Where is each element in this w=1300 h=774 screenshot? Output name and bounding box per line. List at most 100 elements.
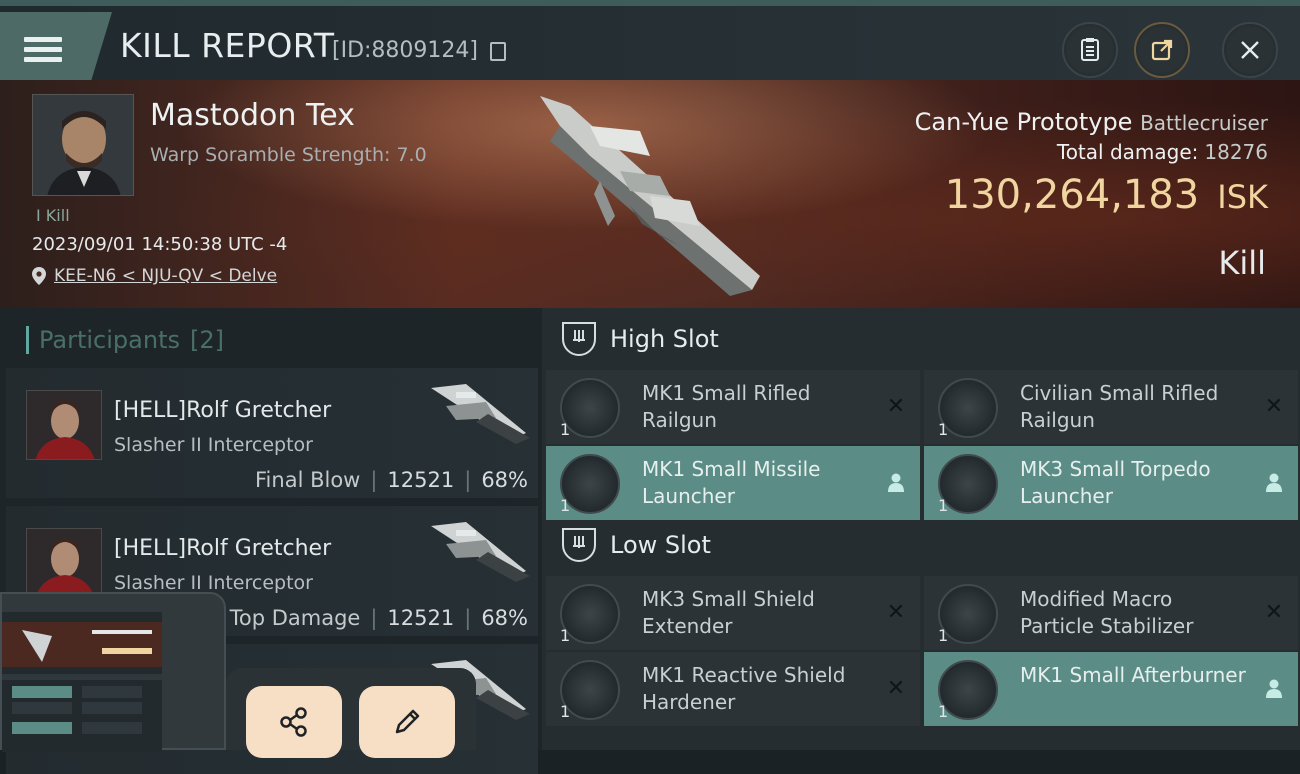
participants-count: [2] <box>189 326 224 354</box>
module-name: MK3 Small Torpedo Launcher <box>1020 457 1211 508</box>
person-icon[interactable] <box>884 470 908 494</box>
module-slot[interactable]: 1 Civilian Small Rifled Railgun ✕ <box>924 370 1298 444</box>
module-slot[interactable]: 1 Modified Macro Particle Stabilizer ✕ <box>924 576 1298 650</box>
module-slot[interactable]: 1 MK1 Small Missile Launcher <box>546 446 920 520</box>
participant-percent: 68% <box>481 468 528 492</box>
menu-button[interactable] <box>0 12 112 86</box>
stat-separator: | <box>370 468 378 492</box>
export-icon <box>1151 39 1173 61</box>
participant-stats: Final Blow | 12521 | 68% <box>255 468 528 492</box>
kill-result: Kill <box>1218 244 1266 282</box>
high-slot-icon <box>562 322 596 356</box>
module-qty: 1 <box>560 702 571 721</box>
module-qty: 1 <box>938 420 949 439</box>
share-icon <box>280 707 307 737</box>
participant-role: Final Blow <box>255 468 361 492</box>
share-button[interactable] <box>246 686 342 758</box>
participant-name: [HELL]Rolf Gretcher <box>114 536 332 561</box>
avatar-image <box>27 529 101 597</box>
page-title: KILL REPORT <box>120 26 335 65</box>
participant-percent: 68% <box>481 606 528 630</box>
stat-separator: | <box>464 606 472 630</box>
pencil-icon <box>395 709 420 734</box>
victim-subtitle: Warp Soramble Strength: 7.0 <box>150 144 427 166</box>
edit-button[interactable] <box>359 686 455 758</box>
module-qty: 1 <box>560 496 571 515</box>
module-name: Civilian Small Rifled Railgun <box>1020 381 1219 432</box>
close-icon[interactable]: ✕ <box>884 394 908 419</box>
location-row: KEE-N6 < NJU-QV < Delve <box>32 266 277 286</box>
victim-portrait[interactable] <box>32 94 134 196</box>
participant-ship: Slasher II Interceptor <box>114 572 313 594</box>
participants-header: Participants [2] <box>26 326 224 354</box>
total-damage-label: Total damage: <box>1056 140 1199 164</box>
high-slot-title: High Slot <box>610 325 719 353</box>
module-name: MK1 Small Missile Launcher <box>642 457 821 508</box>
kill-tag: I Kill <box>36 206 70 225</box>
close-button[interactable] <box>1222 22 1278 78</box>
module-qty: 1 <box>938 626 949 645</box>
location-pin-icon <box>32 267 46 285</box>
export-button[interactable] <box>1134 22 1190 78</box>
clipboard-button[interactable] <box>1062 22 1118 78</box>
ship-name-text: Can-Yue Prototype <box>914 108 1133 136</box>
module-name: MK1 Small Afterburner <box>1020 663 1246 687</box>
participant-role: Top Damage <box>229 606 361 630</box>
copy-icon[interactable] <box>490 42 506 61</box>
clipboard-icon <box>1081 38 1099 61</box>
module-slot[interactable]: 1 MK1 Small Afterburner <box>924 652 1298 726</box>
isk-value: 130,264,183 <box>944 172 1200 218</box>
person-icon[interactable] <box>1262 470 1286 494</box>
module-name: MK1 Reactive Shield Hardener <box>642 663 846 714</box>
participant-card[interactable]: [HELL]Rolf Gretcher Slasher II Intercept… <box>6 368 538 498</box>
close-icon[interactable]: ✕ <box>884 600 908 625</box>
total-damage: Total damage: 18276 <box>1057 140 1268 164</box>
participant-ship: Slasher II Interceptor <box>114 434 313 456</box>
avatar-image <box>33 95 133 195</box>
header-accent-bar <box>26 326 29 354</box>
close-icon[interactable]: ✕ <box>1262 600 1286 625</box>
module-qty: 1 <box>938 702 949 721</box>
participant-ship-image <box>431 384 530 444</box>
low-slot-title: Low Slot <box>610 531 711 559</box>
hamburger-icon <box>24 32 62 67</box>
participant-portrait <box>26 528 102 598</box>
screenshot-thumbnail-panel[interactable] <box>0 592 226 752</box>
victim-ship-name: Can-Yue Prototype Battlecruiser <box>915 108 1268 136</box>
module-qty: 1 <box>560 420 571 439</box>
screenshot-thumbnail[interactable] <box>2 612 162 752</box>
high-slot-header: High Slot <box>562 322 719 356</box>
report-id: [ID:8809124] <box>332 38 478 63</box>
victim-banner: Mastodon Tex Warp Soramble Strength: 7.0… <box>0 80 1300 308</box>
module-slot[interactable]: 1 MK3 Small Shield Extender ✕ <box>546 576 920 650</box>
participant-name: [HELL]Rolf Gretcher <box>114 398 332 423</box>
thumbnail-image <box>2 612 162 752</box>
module-slot[interactable]: 1 MK1 Small Rifled Railgun ✕ <box>546 370 920 444</box>
close-icon[interactable]: ✕ <box>884 676 908 701</box>
stat-separator: | <box>464 468 472 492</box>
kill-datetime: 2023/09/01 14:50:38 UTC -4 <box>32 234 288 255</box>
participant-damage: 12521 <box>387 468 455 492</box>
location-link[interactable]: KEE-N6 < NJU-QV < Delve <box>54 266 277 286</box>
victim-ship-image[interactable] <box>530 86 780 301</box>
low-slot-header: Low Slot <box>562 528 711 562</box>
participant-portrait <box>26 390 102 460</box>
ship-class-text: Battlecruiser <box>1140 111 1268 135</box>
module-name: Modified Macro Particle Stabilizer <box>1020 587 1194 638</box>
module-name: MK3 Small Shield Extender <box>642 587 815 638</box>
stat-separator: | <box>370 606 378 630</box>
participant-stats: Top Damage | 12521 | 68% <box>230 606 528 630</box>
module-slot[interactable]: 1 MK1 Reactive Shield Hardener ✕ <box>546 652 920 726</box>
total-damage-value: 18276 <box>1204 140 1268 164</box>
isk-row: 130,264,183 ISK <box>945 172 1268 218</box>
top-bar: KILL REPORT [ID:8809124] <box>0 0 1300 86</box>
low-slot-icon <box>562 528 596 562</box>
module-slot[interactable]: 1 MK3 Small Torpedo Launcher <box>924 446 1298 520</box>
close-icon[interactable]: ✕ <box>1262 394 1286 419</box>
close-icon <box>1241 41 1259 59</box>
participants-title: Participants <box>39 326 180 354</box>
module-name: MK1 Small Rifled Railgun <box>642 381 811 432</box>
isk-unit: ISK <box>1217 178 1268 216</box>
person-icon[interactable] <box>1262 676 1286 700</box>
avatar-image <box>27 391 101 459</box>
